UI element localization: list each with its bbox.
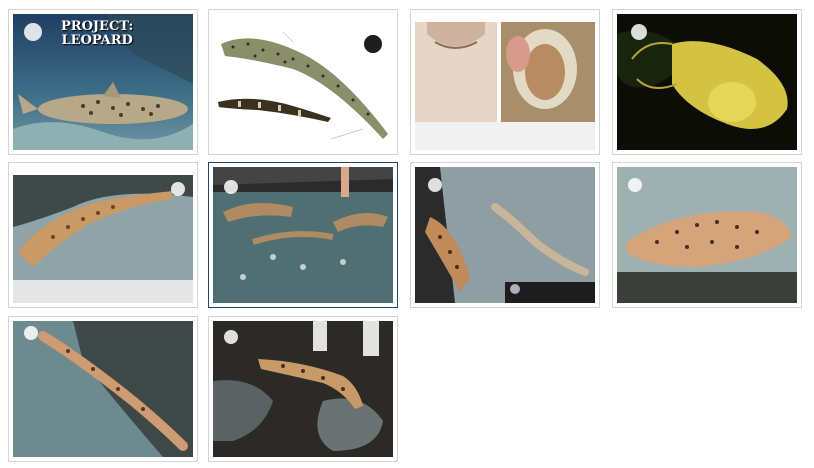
gallery-thumbnail-4[interactable] [612, 9, 802, 155]
thumbnail-image-shark-in-tank [13, 167, 193, 303]
gallery-thumbnail-5[interactable] [8, 162, 198, 308]
project-title-line-2: LEOPARD [61, 33, 133, 48]
project-title: PROJECT: LEOPARD [61, 20, 133, 48]
gallery-thumbnail-8[interactable] [612, 162, 802, 308]
gallery-thumbnail-7[interactable] [410, 162, 600, 308]
thumbnail-image-shark-mouth [415, 14, 595, 150]
gallery-thumbnail-9[interactable] [8, 316, 198, 462]
thumbnail-image-sharks-in-pen [213, 167, 393, 303]
gallery-thumbnail-1[interactable]: PROJECT: LEOPARD [8, 9, 198, 155]
gallery-thumbnail-6[interactable] [208, 162, 398, 308]
project-title-line-1: PROJECT: [61, 19, 134, 34]
gallery-thumbnail-10[interactable] [208, 316, 398, 462]
gallery-thumbnail-2[interactable] [208, 9, 398, 155]
thumbnail-image-shark-surface [617, 167, 797, 303]
thumbnail-image-shark-net [13, 321, 193, 457]
thumbnail-image-shark-diagram [213, 14, 393, 150]
thumbnail-image-shark-swimming-tank [415, 167, 595, 303]
thumbnail-image-leopard-shark-underwater: PROJECT: LEOPARD [13, 14, 193, 150]
thumbnail-image-shark-egg-case [617, 14, 797, 150]
gallery-thumbnail-3[interactable] [410, 9, 600, 155]
thumbnail-image-shark-on-ground [213, 321, 393, 457]
